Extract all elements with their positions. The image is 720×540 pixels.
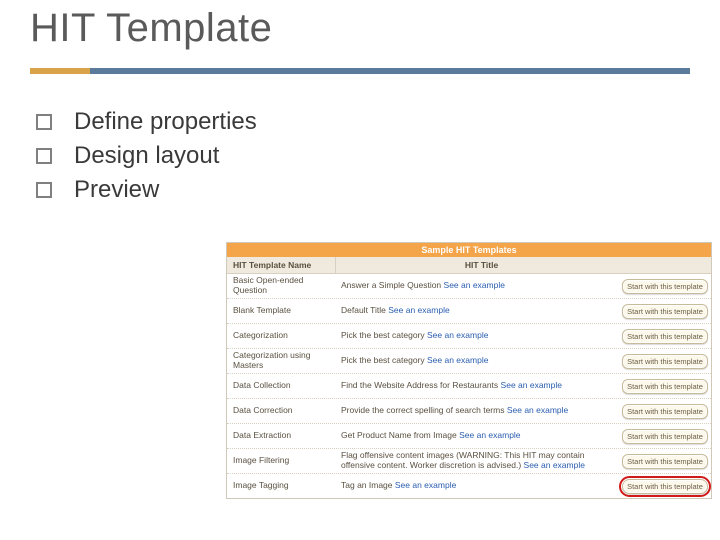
hit-title-cell: Find the Website Address for Restaurants… bbox=[335, 379, 619, 393]
title-rule bbox=[30, 68, 690, 74]
hit-title-cell: Provide the correct spelling of search t… bbox=[335, 404, 619, 418]
hit-title-cell: Get Product Name from Image See an examp… bbox=[335, 429, 619, 443]
start-with-template-button[interactable]: Start with this template bbox=[622, 429, 708, 444]
start-with-template-button[interactable]: Start with this template bbox=[622, 354, 708, 369]
rule-accent bbox=[30, 68, 90, 74]
bullet-icon bbox=[36, 114, 52, 130]
hit-title-cell: Answer a Simple Question See an example bbox=[335, 279, 619, 293]
action-cell: Start with this template bbox=[619, 452, 711, 471]
action-cell: Start with this template bbox=[619, 277, 711, 296]
table-row: Basic Open-ended QuestionAnswer a Simple… bbox=[227, 274, 711, 299]
col-action bbox=[627, 257, 711, 273]
hit-title-text: Answer a Simple Question bbox=[341, 280, 444, 290]
template-name-cell: Data Correction bbox=[227, 404, 335, 418]
start-with-template-button[interactable]: Start with this template bbox=[622, 379, 708, 394]
template-name-cell: Image Filtering bbox=[227, 454, 335, 468]
template-name-cell: Image Tagging bbox=[227, 479, 335, 493]
col-template-name: HIT Template Name bbox=[227, 257, 336, 273]
action-cell: Start with this template bbox=[619, 402, 711, 421]
column-headers: HIT Template Name HIT Title bbox=[227, 257, 711, 274]
table-row: CategorizationPick the best category See… bbox=[227, 324, 711, 349]
action-cell: Start with this template bbox=[619, 302, 711, 321]
slide-title: HIT Template bbox=[30, 6, 272, 51]
template-name-cell: Data Extraction bbox=[227, 429, 335, 443]
col-hit-title: HIT Title bbox=[336, 257, 627, 273]
see-example-link[interactable]: See an example bbox=[524, 460, 585, 470]
bullet-icon bbox=[36, 148, 52, 164]
bullet-text: Define properties bbox=[74, 108, 257, 136]
start-with-template-button[interactable]: Start with this template bbox=[622, 479, 708, 494]
table-row: Data ExtractionGet Product Name from Ima… bbox=[227, 424, 711, 449]
hit-title-cell: Tag an Image See an example bbox=[335, 479, 619, 493]
hit-title-text: Pick the best category bbox=[341, 330, 427, 340]
see-example-link[interactable]: See an example bbox=[427, 330, 488, 340]
table-row: Data Correction Provide the correct spell… bbox=[227, 399, 711, 424]
see-example-link[interactable]: See an example bbox=[459, 430, 520, 440]
action-cell: Start with this template bbox=[619, 477, 711, 496]
bullet-text: Preview bbox=[74, 176, 159, 204]
action-cell: Start with this template bbox=[619, 377, 711, 396]
hit-title-text: Provide the correct spelling of search t… bbox=[341, 405, 507, 415]
rule-rest bbox=[90, 68, 690, 74]
start-with-template-button[interactable]: Start with this template bbox=[622, 329, 708, 344]
see-example-link[interactable]: See an example bbox=[427, 355, 488, 365]
hit-title-text: Get Product Name from Image bbox=[341, 430, 459, 440]
see-example-link[interactable]: See an example bbox=[507, 405, 568, 415]
see-example-link[interactable]: See an example bbox=[388, 305, 449, 315]
hit-title-text: Tag an Image bbox=[341, 480, 395, 490]
hit-title-cell: Pick the best category See an example bbox=[335, 329, 619, 343]
template-name-cell: Blank Template bbox=[227, 304, 335, 318]
table-row: Data CollectionFind the Website Address … bbox=[227, 374, 711, 399]
rows-host: Basic Open-ended QuestionAnswer a Simple… bbox=[227, 274, 711, 498]
action-cell: Start with this template bbox=[619, 352, 711, 371]
sample-templates-panel: Sample HIT Templates HIT Template Name H… bbox=[226, 242, 712, 499]
list-item: Define properties bbox=[36, 108, 257, 136]
template-name-cell: Basic Open-ended Question bbox=[227, 274, 335, 298]
bullet-icon bbox=[36, 182, 52, 198]
hit-title-cell: Default Title See an example bbox=[335, 304, 619, 318]
bullet-text: Design layout bbox=[74, 142, 219, 170]
list-item: Preview bbox=[36, 176, 257, 204]
list-item: Design layout bbox=[36, 142, 257, 170]
action-cell: Start with this template bbox=[619, 427, 711, 446]
table-row: Image TaggingTag an Image See an example… bbox=[227, 474, 711, 498]
hit-title-cell: Flag offensive content images (WARNING: … bbox=[335, 449, 619, 473]
template-name-cell: Data Collection bbox=[227, 379, 335, 393]
hit-title-text: Pick the best category bbox=[341, 355, 427, 365]
see-example-link[interactable]: See an example bbox=[395, 480, 456, 490]
start-with-template-button[interactable]: Start with this template bbox=[622, 404, 708, 419]
panel-header: Sample HIT Templates bbox=[227, 243, 711, 257]
hit-title-text: Find the Website Address for Restaurants bbox=[341, 380, 501, 390]
table-row: Blank TemplateDefault Title See an examp… bbox=[227, 299, 711, 324]
bullet-list: Define properties Design layout Preview bbox=[36, 108, 257, 210]
see-example-link[interactable]: See an example bbox=[501, 380, 562, 390]
table-row: Categorization using MastersPick the bes… bbox=[227, 349, 711, 374]
template-name-cell: Categorization bbox=[227, 329, 335, 343]
start-with-template-button[interactable]: Start with this template bbox=[622, 279, 708, 294]
start-with-template-button[interactable]: Start with this template bbox=[622, 304, 708, 319]
template-name-cell: Categorization using Masters bbox=[227, 349, 335, 373]
start-with-template-button[interactable]: Start with this template bbox=[622, 454, 708, 469]
hit-title-cell: Pick the best category See an example bbox=[335, 354, 619, 368]
see-example-link[interactable]: See an example bbox=[444, 280, 505, 290]
action-cell: Start with this template bbox=[619, 327, 711, 346]
table-row: Image FilteringFlag offensive content im… bbox=[227, 449, 711, 474]
hit-title-text: Default Title bbox=[341, 305, 388, 315]
